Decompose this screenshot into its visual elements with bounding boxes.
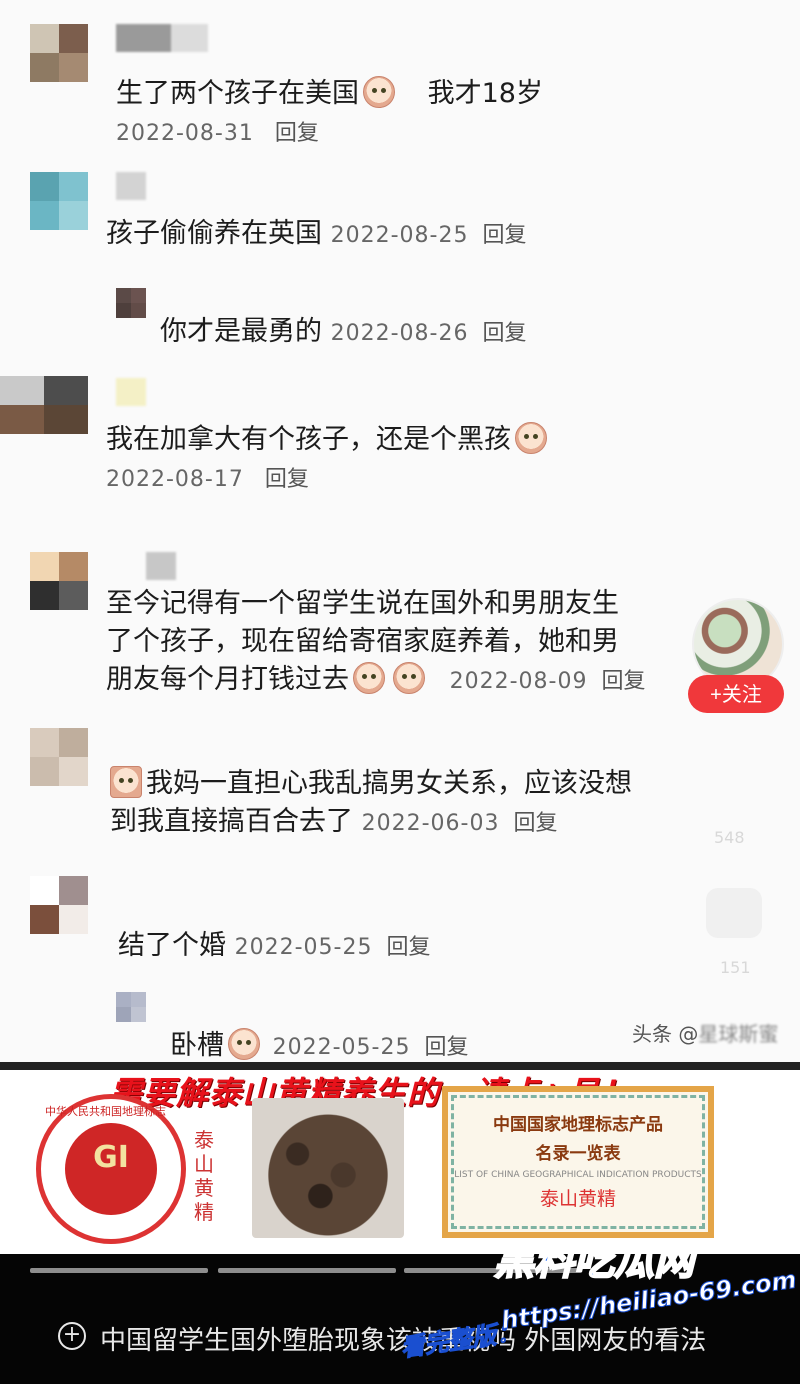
comment-text: 到我直接搞百合去了 2022-06-03 回复 [110,806,558,837]
comment-feed: 生了两个孩子在美国 我才18岁 2022-08-31 回复 孩子偷偷养在英国 2… [0,0,800,1062]
comment-icon[interactable] [706,888,762,938]
comment-text: 朋友每个月打钱过去 2022-08-09 回复 [106,662,646,695]
baby-face-icon [515,422,547,454]
comment-date: 2022-06-03 [361,811,500,836]
reply-button[interactable]: 回复 [275,121,319,146]
crying-face-icon [363,76,395,108]
avatar[interactable] [30,172,88,230]
avatar[interactable] [30,552,88,610]
add-circle-icon[interactable]: + [58,1322,86,1350]
comment-date: 2022-05-25 [272,1035,411,1060]
username-blurred[interactable] [116,24,208,52]
comment-text: 至今记得有一个留学生说在国外和男朋友生 [106,588,619,619]
comment-date: 2022-05-25 [234,935,373,960]
comment-date: 2022-08-25 [330,223,469,248]
comment-text: 生了两个孩子在美国 我才18岁 [116,76,543,109]
avatar[interactable] [116,288,146,318]
tea-photo [252,1098,404,1238]
username-blurred[interactable] [116,172,146,200]
site-link[interactable]: 看完整版： https://heiliao-69.com [398,1265,800,1368]
follow-button[interactable]: +关注 [688,675,784,713]
source-watermark: 头条 @星球斯蜜 [632,1022,779,1046]
certificate-image: 中国国家地理标志产品 名录一览表 LIST OF CHINA GEOGRAPHI… [442,1086,714,1238]
reply-button[interactable]: 回复 [482,321,526,346]
gi-caption: 泰山黄精 [194,1128,214,1224]
comment-date: 2022-08-31 [116,121,254,146]
scared-face-icon [228,1028,260,1060]
comment-text: 结了个婚 2022-05-25 回复 [118,930,431,961]
progress-segment [218,1268,396,1273]
comment-text: 我妈一直担心我乱搞男女关系，应该没想 [110,764,632,804]
comment-text: 我在加拿大有个孩子，还是个黑孩 [106,420,551,460]
avatar[interactable] [30,728,88,786]
laughing-face-icon [393,662,425,694]
reply-button[interactable]: 回复 [265,467,309,492]
username-blurred[interactable] [116,378,146,406]
reply-button[interactable]: 回复 [513,811,557,836]
comment-meta: 2022-08-31 回复 [116,114,319,154]
comment-text: 孩子偷偷养在英国 2022-08-25 回复 [106,218,527,249]
avatar[interactable] [30,24,88,82]
laughing-face-icon [353,662,385,694]
like-count: 548 [714,828,745,847]
comment-text: 了个孩子，现在留给寄宿家庭养着，她和男 [106,626,619,657]
comment-count: 151 [720,958,751,977]
avatar[interactable] [0,376,88,434]
comment-date: 2022-08-26 [330,321,469,346]
username-blurred[interactable] [146,552,176,580]
avatar[interactable] [116,992,146,1022]
avatar[interactable] [30,876,88,934]
reply-button[interactable]: 回复 [424,1035,468,1060]
comment-meta: 2022-08-17 回复 [106,460,309,500]
reply-button[interactable]: 回复 [482,223,526,248]
reply-button[interactable]: 回复 [601,669,645,694]
comment-text: 你才是最勇的 2022-08-26 回复 [160,316,527,347]
face-sticker-icon [110,766,142,798]
gi-logo: 中华人民共和国地理标志 GI [36,1094,186,1244]
reply-button[interactable]: 回复 [386,935,430,960]
comment-date: 2022-08-17 [106,467,244,492]
progress-segment [30,1268,208,1273]
comment-date: 2022-08-09 [449,669,588,694]
